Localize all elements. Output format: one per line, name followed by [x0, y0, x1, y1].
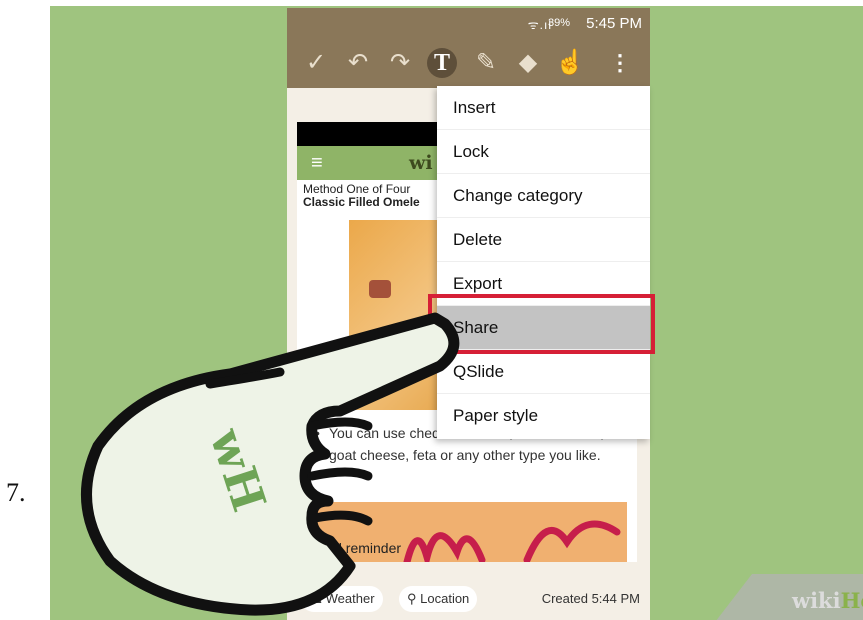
- pointing-hand-illustration: wH: [80, 312, 460, 616]
- watermark-text: wikiHow: [792, 588, 863, 613]
- step-number: 7.: [6, 478, 26, 507]
- wikihow-watermark: wikiHow: [712, 574, 863, 620]
- illustration-frame: ᯤ.ıl 39% 5:45 PM ✓ ↶ ↷ T ✎ ◆ ☝ ⋮ ≡ wi Me…: [50, 6, 863, 620]
